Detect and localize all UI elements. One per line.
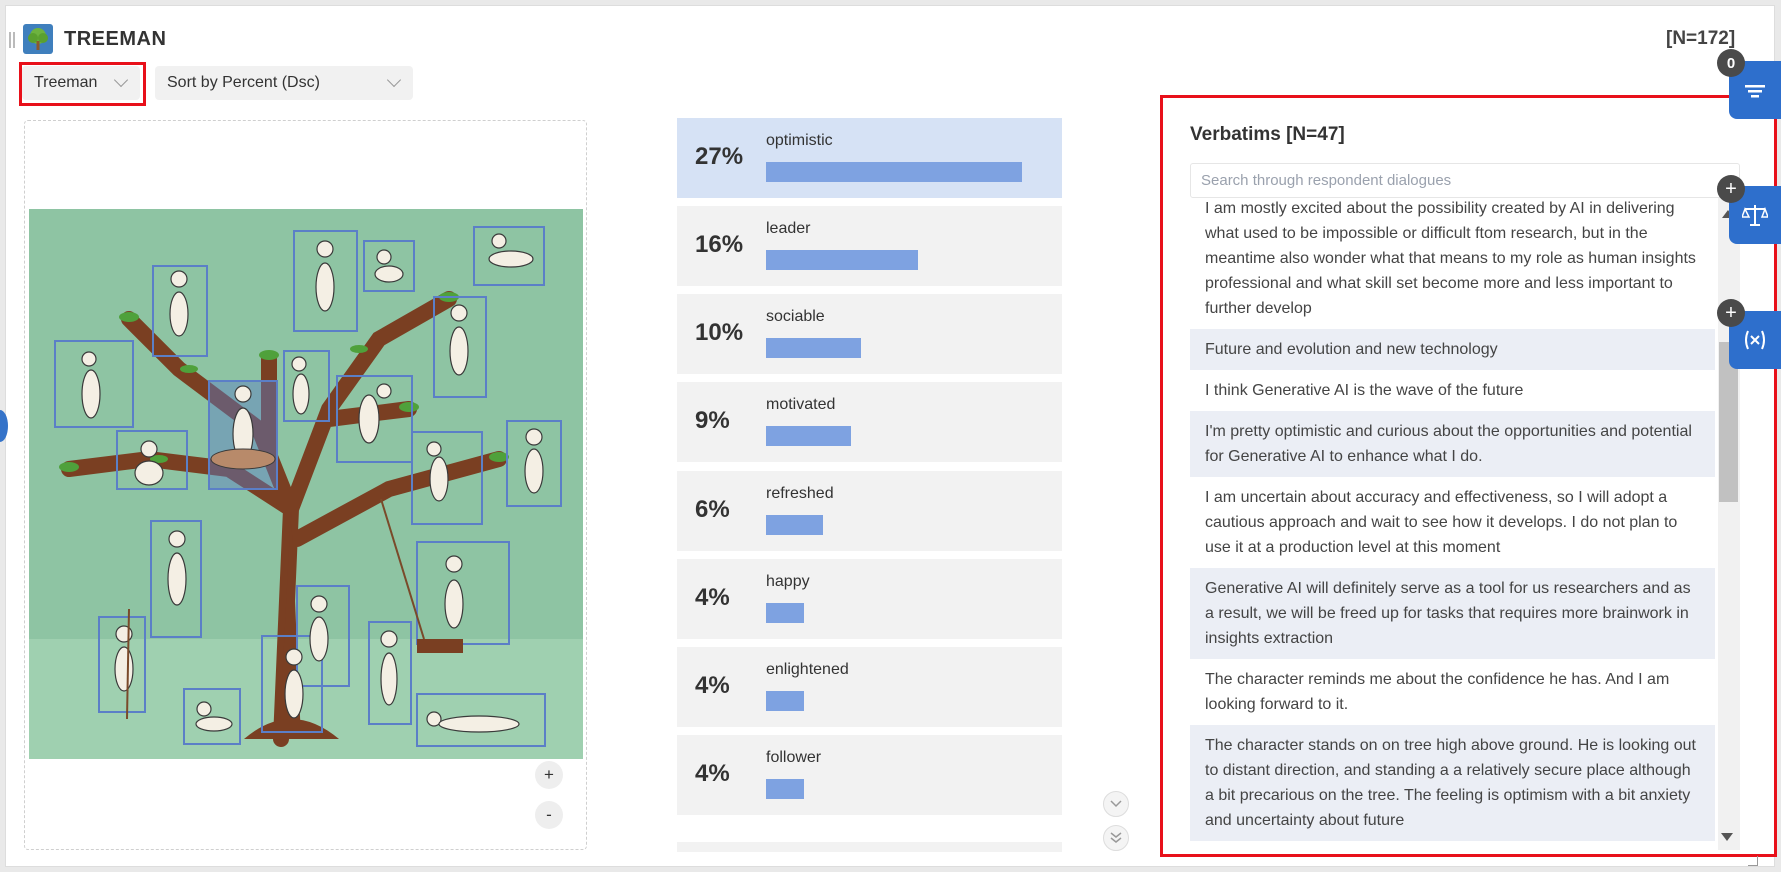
zoom-out-button[interactable]: - [535,801,563,829]
zoom-in-button[interactable]: + [535,761,563,789]
add-variable-button[interactable]: + [1717,299,1745,327]
filter-lines-icon [1745,85,1765,98]
bar-percent: 4% [695,672,730,699]
page-title: TREEMAN [64,28,167,50]
bar-label: refreshed [766,485,834,502]
treeman-image[interactable] [29,209,583,759]
bar-fill [766,515,823,535]
bar-fill [766,426,851,446]
balance-scale-icon [1742,205,1768,226]
bar-label: motivated [766,396,836,413]
bar-percent: 10% [695,319,744,346]
emotion-bar-row-follower[interactable]: 4% follower [677,735,1062,815]
highlight-annotation-box [19,62,146,106]
chevron-down-icon [386,72,402,88]
bar-label: enlightened [766,661,849,678]
bar-fill [766,250,918,270]
bar-percent: 4% [695,584,730,611]
sort-select-dropdown[interactable]: Sort by Percent (Dsc) [155,66,413,100]
total-respondents-count: [N=172] [1666,28,1736,49]
bar-fill [766,162,1022,182]
bar-percent: 16% [695,231,744,258]
list-item [677,842,1062,852]
emotion-bar-row-leader[interactable]: 16% leader [677,206,1062,286]
bar-fill [766,691,804,711]
bar-label: happy [766,573,810,590]
emotion-bar-row-enlightened[interactable]: 4% enlightened [677,647,1062,727]
bar-percent: 4% [695,760,730,787]
filter-count-badge: 0 [1717,49,1745,77]
emotion-bar-row-happy[interactable]: 4% happy [677,559,1062,639]
bar-percent: 9% [695,407,730,434]
tree-logo-icon [23,24,53,54]
formula-x-icon [1745,330,1765,350]
resize-grip[interactable] [1748,856,1758,866]
bar-percent: 6% [695,496,730,523]
add-weighting-button[interactable]: + [1717,175,1745,203]
bar-label: optimistic [766,132,833,149]
bar-label: sociable [766,308,825,325]
emotion-bar-row-refreshed[interactable]: 6% refreshed [677,471,1062,551]
scroll-down-button[interactable] [1103,791,1129,817]
bar-percent: 27% [695,143,744,170]
highlight-annotation-box [1160,95,1777,857]
emotion-bar-row-optimistic[interactable]: 27% optimistic [677,118,1062,198]
double-chevron-down-icon [1110,832,1122,843]
sort-select-value: Sort by Percent (Dsc) [167,74,320,91]
emotion-bar-row-sociable[interactable]: 10% sociable [677,294,1062,374]
emotion-bar-row-motivated[interactable]: 9% motivated [677,382,1062,462]
scroll-to-bottom-button[interactable] [1103,825,1129,851]
image-panel: + - [24,120,587,850]
bar-fill [766,779,804,799]
bar-label: leader [766,220,811,237]
bar-fill [766,603,804,623]
drag-handle[interactable] [9,32,15,48]
bar-fill [766,338,861,358]
chevron-down-icon [1110,800,1122,808]
bar-label: follower [766,749,822,766]
